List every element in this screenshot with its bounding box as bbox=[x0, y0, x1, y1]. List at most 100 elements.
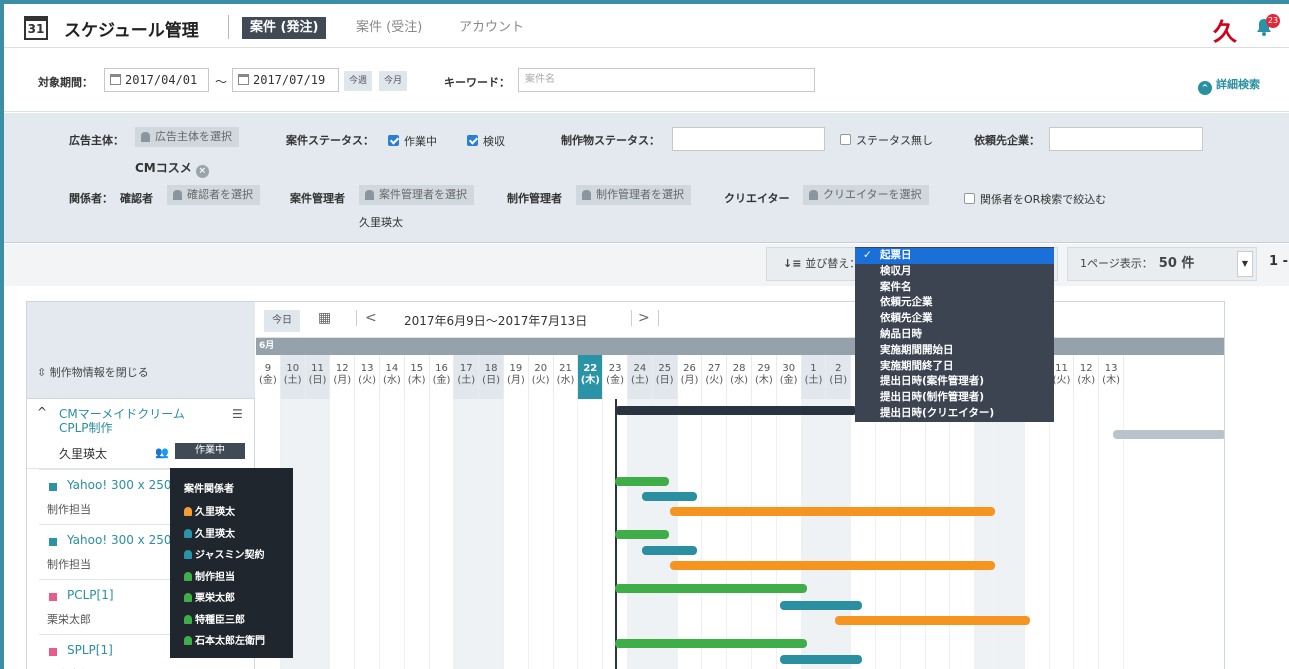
confirmer-select-button[interactable]: 確認者を選択 bbox=[167, 185, 260, 205]
sort-option[interactable]: 実施期間終了日 bbox=[855, 359, 1054, 375]
day-cell: 14 (水) bbox=[380, 355, 405, 399]
day-cell: 22 (木) bbox=[578, 355, 604, 399]
status-acceptance-checkbox[interactable]: 検収 bbox=[467, 133, 505, 149]
status-working-checkbox[interactable]: 作業中 bbox=[388, 133, 437, 149]
task-bar[interactable] bbox=[670, 561, 995, 570]
day-cell: 23 (金) bbox=[603, 355, 628, 399]
today-button[interactable]: 今日 bbox=[264, 310, 300, 332]
collapse-deliverables-button[interactable]: ⇳ 制作物情報を閉じる bbox=[37, 364, 149, 380]
member-item[interactable]: ジャスミン契約 bbox=[184, 545, 293, 567]
grid-column bbox=[454, 399, 480, 669]
caret-down-icon[interactable]: ▼ bbox=[1237, 251, 1253, 277]
project-row[interactable]: ^ CMマーメイドクリーム CPLP制作 ☰ 久里瑛太 👥 作業中 bbox=[27, 399, 255, 469]
day-number: 9 bbox=[264, 363, 272, 374]
task-bar[interactable] bbox=[780, 601, 862, 610]
task-bar[interactable] bbox=[835, 616, 1030, 625]
day-cell: 12 (月) bbox=[330, 355, 356, 399]
day-weekday: (木) bbox=[580, 375, 600, 386]
member-item[interactable]: 栗栄太郎 bbox=[184, 588, 293, 610]
parties-label: 関係者： bbox=[69, 192, 113, 205]
tab-orders-placed[interactable]: 案件 (発注) bbox=[242, 17, 327, 39]
day-number: 18 bbox=[484, 363, 498, 374]
task-bar[interactable] bbox=[670, 507, 995, 516]
or-search-label: 関係者をOR検索で絞込む bbox=[980, 193, 1107, 206]
vendor-input[interactable] bbox=[1049, 127, 1203, 151]
day-number: 12 bbox=[335, 363, 349, 374]
advanced-search-toggle[interactable]: ^ 詳細検索 bbox=[1198, 76, 1260, 95]
project-period-bar[interactable] bbox=[1113, 430, 1224, 439]
person-icon bbox=[809, 190, 818, 200]
grid-column bbox=[1025, 399, 1050, 669]
task-bar[interactable] bbox=[642, 492, 697, 501]
day-number: 29 bbox=[757, 363, 771, 374]
member-item[interactable]: 久里瑛太 bbox=[184, 524, 293, 546]
sort-option-label: 依頼元企業 bbox=[880, 296, 933, 309]
list-icon[interactable]: ☰ bbox=[232, 407, 243, 421]
this-month-button[interactable]: 今月 bbox=[379, 71, 408, 91]
sort-option-label: 実施期間開始日 bbox=[880, 343, 954, 356]
sort-menu: ✓ 起票日 検収月案件名 依頼元企業依頼先企業 納品日時 実施期間開始日 実施期間終了日提出… bbox=[855, 247, 1054, 422]
keyword-input[interactable]: 案件名 bbox=[518, 68, 815, 92]
or-search-checkbox[interactable]: 関係者をOR検索で絞込む bbox=[964, 191, 1106, 207]
deliverable-name[interactable]: Yahoo! 300 x 250 bbox=[67, 478, 171, 492]
grid-column bbox=[777, 399, 802, 669]
sort-option[interactable]: ✓ 起票日 bbox=[855, 248, 1054, 264]
creator-select-button[interactable]: クリエイターを選択 bbox=[803, 185, 929, 205]
sort-option[interactable]: 提出日時(案件管理者) bbox=[855, 374, 1054, 390]
date-to-field[interactable]: 2017/07/19 bbox=[232, 68, 339, 92]
day-weekday: (水) bbox=[1077, 375, 1096, 386]
remove-icon[interactable]: × bbox=[195, 165, 209, 178]
sort-option[interactable]: 提出日時(制作管理者) bbox=[855, 390, 1054, 406]
building-icon bbox=[141, 132, 150, 142]
project-span-bar[interactable] bbox=[615, 406, 857, 415]
sort-option[interactable]: 実施期間開始日 bbox=[855, 343, 1054, 359]
advertiser-select-button[interactable]: 広告主体を選択 bbox=[135, 127, 239, 147]
day-weekday: (月) bbox=[506, 375, 525, 386]
no-status-checkbox[interactable]: ステータス無し bbox=[840, 132, 933, 148]
date-from-field[interactable]: 2017/04/01 bbox=[104, 68, 209, 92]
calendar-icon[interactable]: ▦ bbox=[318, 310, 331, 326]
project-title[interactable]: CMマーメイドクリーム CPLP制作 bbox=[59, 407, 185, 435]
sort-option[interactable]: 案件名 bbox=[855, 280, 1054, 296]
sort-option[interactable]: 納品日時 bbox=[855, 327, 1054, 343]
task-bar[interactable] bbox=[615, 639, 807, 648]
per-page-select[interactable]: 1ページ表示： 50 件 bbox=[1067, 247, 1257, 281]
deliverable-status-input[interactable] bbox=[672, 127, 825, 151]
chevron-up-icon[interactable]: ^ bbox=[37, 405, 47, 419]
day-number: 27 bbox=[707, 363, 721, 374]
chevron-right-icon[interactable]: > bbox=[631, 310, 659, 326]
creator-button-label: クリエイターを選択 bbox=[823, 188, 922, 201]
deliverable-name[interactable]: Yahoo! 300 x 250 bbox=[67, 533, 171, 547]
task-bar[interactable] bbox=[615, 530, 669, 539]
tab-orders-received[interactable]: 案件 (受注) bbox=[348, 17, 430, 39]
sort-option-label: 実施期間終了日 bbox=[880, 359, 954, 372]
deliverable-owner: 制作担当 bbox=[47, 503, 91, 516]
this-week-button[interactable]: 今週 bbox=[344, 71, 373, 91]
group-icon[interactable]: 👥 bbox=[155, 446, 169, 459]
member-item[interactable]: 石本太郎左衛門 bbox=[184, 631, 293, 653]
task-bar[interactable] bbox=[780, 655, 862, 664]
creator-label: クリエイター bbox=[724, 192, 790, 205]
sort-option[interactable]: 依頼元企業 bbox=[855, 295, 1054, 311]
deliverable-name[interactable]: PCLP[1] bbox=[67, 588, 114, 602]
deliverable-name[interactable]: SPLP[1] bbox=[67, 643, 113, 657]
user-icon bbox=[184, 636, 192, 645]
tab-account[interactable]: アカウント bbox=[451, 17, 532, 39]
pagination-info[interactable]: 1 - bbox=[1269, 254, 1288, 269]
date-range-label: 2017年6月9日〜2017年7月13日 bbox=[404, 314, 588, 328]
chevron-left-icon[interactable]: < bbox=[356, 310, 377, 326]
prod-manager-select-button[interactable]: 制作管理者を選択 bbox=[576, 185, 691, 205]
task-bar[interactable] bbox=[615, 477, 669, 486]
sort-option[interactable]: 依頼先企業 bbox=[855, 311, 1054, 327]
case-manager-select-button[interactable]: 案件管理者を選択 bbox=[359, 185, 474, 205]
task-bar[interactable] bbox=[642, 546, 697, 555]
task-bar[interactable] bbox=[615, 584, 807, 593]
sort-option-label: 検収月 bbox=[880, 264, 912, 277]
sort-option[interactable]: 検収月 bbox=[855, 264, 1054, 280]
sort-option[interactable]: 提出日時(クリエイター) bbox=[855, 406, 1054, 422]
member-item[interactable]: 久里瑛太 bbox=[184, 502, 293, 524]
member-item[interactable]: 特種臣三郎 bbox=[184, 610, 293, 632]
member-name: 栗栄太郎 bbox=[195, 593, 235, 604]
day-number: 21 bbox=[559, 363, 572, 374]
member-item[interactable]: 制作担当 bbox=[184, 567, 293, 589]
